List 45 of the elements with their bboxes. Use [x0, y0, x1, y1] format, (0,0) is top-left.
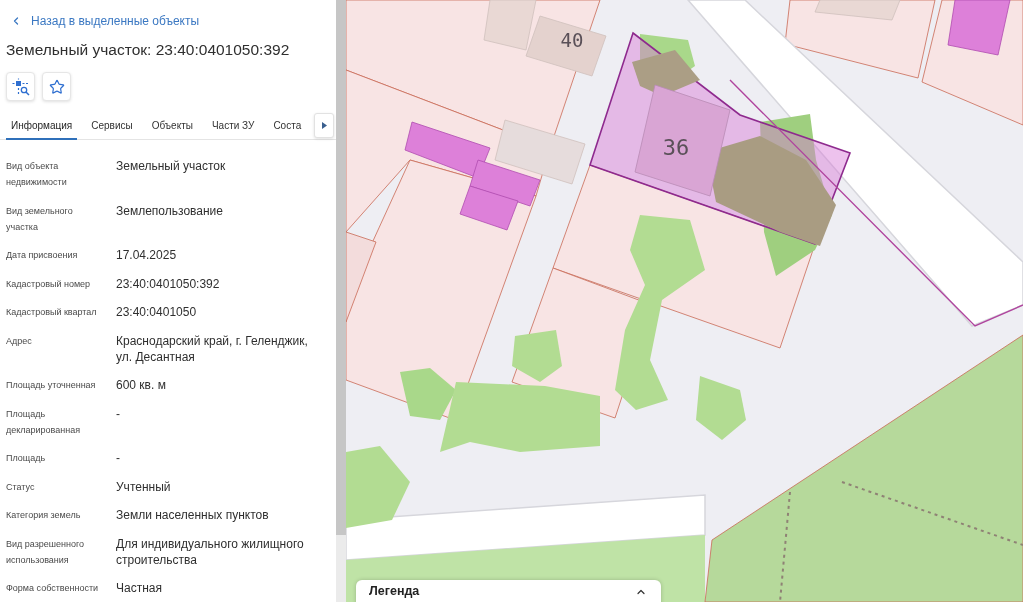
favorite-button[interactable] — [42, 72, 71, 101]
page-title: Земельный участок: 23:40:0401050:392 — [6, 40, 291, 60]
building — [469, 159, 541, 207]
field-value: Учтенный — [116, 478, 172, 495]
legend-title: Легенда — [369, 584, 420, 599]
field-value: Для индивидуального жилищного строительства — [116, 535, 305, 568]
field-label: Дата присвоения — [6, 249, 79, 262]
tab-scroll-button[interactable] — [314, 113, 334, 138]
house-number-label: 40 — [560, 29, 584, 51]
field-value: Земельный участок — [116, 158, 227, 174]
field-value: 600 кв. м — [116, 377, 167, 393]
field-label: Статус — [6, 480, 36, 494]
select-on-map-button[interactable] — [6, 72, 35, 101]
field-value: Частная — [116, 580, 163, 596]
back-link[interactable]: Назад в выделенные объекты — [10, 13, 200, 29]
field-value: Краснодарский край, г. Геленджик, ул. Десантная — [116, 332, 309, 365]
house-number-label: 36 — [662, 135, 690, 160]
field-label: Вид земельного участка — [6, 204, 74, 234]
field-value: - — [116, 405, 121, 422]
legend-panel[interactable]: Легенда — [356, 580, 661, 602]
tab[interactable]: Информация — [6, 113, 78, 140]
building — [947, 0, 1011, 56]
tab[interactable]: Соста — [268, 113, 307, 140]
field-label: Площадь уточненная — [6, 379, 97, 392]
selection-search-icon — [11, 77, 30, 96]
field-label: Вид объекта недвижимости — [6, 160, 68, 189]
field-value: 23:40:0401050:392 — [116, 275, 221, 292]
field-value: 23:40:0401050 — [116, 304, 198, 320]
tab[interactable]: Части ЗУ — [206, 113, 260, 140]
field-label: Вид разрешенного использования — [6, 537, 86, 567]
field-value: Земли населенных пунктов — [116, 507, 270, 523]
field-label: Площадь декларированная — [6, 407, 82, 437]
field-label: Форма собственности — [6, 582, 100, 595]
field-label: Кадастровый номер — [6, 277, 92, 291]
caret-right-icon — [321, 122, 327, 129]
tab[interactable]: Сервисы — [86, 113, 138, 140]
tab[interactable]: Объекты — [146, 113, 198, 140]
field-value: Землепользование — [116, 202, 224, 219]
field-value: 17.04.2025 — [116, 247, 178, 263]
field-label: Кадастровый квартал — [6, 306, 98, 319]
field-label: Категория земель — [6, 509, 82, 522]
field-label: Адрес — [6, 334, 33, 348]
field-value: - — [116, 450, 121, 466]
field-label: Площадь — [6, 452, 47, 465]
star-icon — [48, 78, 65, 95]
